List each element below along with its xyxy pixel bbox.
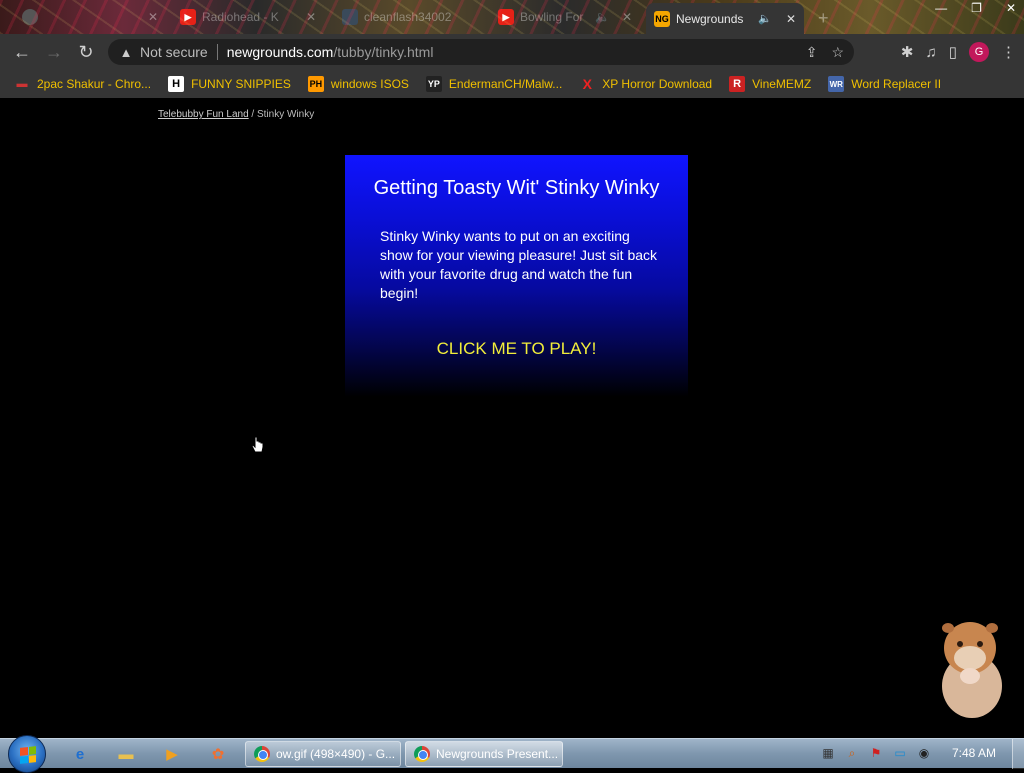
bookmark-label: EndermanCH/Malw...	[448, 77, 563, 91]
breadcrumb-link[interactable]: Telebubby Fun Land	[158, 109, 249, 120]
avatar[interactable]: G	[969, 42, 989, 62]
url-path: /tubby/tinky.html	[333, 44, 434, 60]
taskbar-item-newgrounds[interactable]: Newgrounds Present...	[405, 741, 563, 767]
app-icon[interactable]: ✿	[206, 742, 230, 766]
maximize-icon[interactable]: ❐	[971, 1, 982, 15]
bookmark-label: windows ISOS	[330, 77, 409, 91]
web-page: Telebubby Fun Land / Stinky Winky Gettin…	[0, 98, 1024, 738]
flag-icon[interactable]: ⚑	[868, 745, 884, 761]
toolbar-right: ✱ ♫ ▯ G ⋮	[901, 34, 1016, 70]
tab-1[interactable]: ✕	[14, 4, 166, 30]
new-tab-icon[interactable]: +	[818, 8, 829, 29]
bookmark-icon: YP	[425, 76, 442, 92]
play-button[interactable]: CLICK ME TO PLAY!	[345, 339, 688, 359]
tab-2[interactable]: ▶ Radiohead - K ✕	[172, 4, 324, 30]
volume-icon[interactable]: ◉	[916, 745, 932, 761]
file-explorer-icon[interactable]: ▬	[114, 742, 138, 766]
breadcrumb-separator: /	[248, 109, 257, 120]
internet-explorer-icon[interactable]: e	[68, 742, 92, 766]
speaker-icon[interactable]: 🔈	[595, 10, 610, 24]
youtube-icon: ▶	[180, 9, 196, 25]
bookmark-label: XP Horror Download	[602, 77, 713, 91]
tab-title: Bowling For	[520, 10, 584, 24]
minimize-icon[interactable]: —	[935, 1, 947, 15]
close-tab-icon[interactable]: ✕	[622, 10, 632, 24]
divider	[216, 44, 218, 60]
windows-logo-icon	[20, 746, 36, 764]
newgrounds-icon: NG	[654, 10, 670, 27]
warning-icon[interactable]: ▲	[118, 45, 134, 60]
side-panel-icon[interactable]: ▯	[949, 43, 957, 61]
bookmark-item[interactable]: R VineMEMZ	[729, 76, 811, 92]
share-icon[interactable]: ⇪	[806, 44, 818, 61]
page-icon	[342, 9, 358, 25]
bookmark-item[interactable]: ▬ 2pac Shakur - Chro...	[14, 76, 152, 92]
hamster-sticker-icon	[942, 622, 1002, 718]
youtube-icon: ▶	[498, 9, 514, 25]
omnibox-actions: ⇪ ☆	[806, 39, 844, 65]
bookmark-item[interactable]: WR Word Replacer II	[828, 76, 941, 92]
bookmark-icon: R	[729, 76, 746, 92]
task-label: ow.gif (498×490) - G...	[276, 747, 396, 761]
forward-arrow-icon[interactable]: →	[38, 36, 70, 68]
reload-icon[interactable]: ↻	[70, 36, 102, 68]
menu-kebab-icon[interactable]: ⋮	[1001, 43, 1016, 61]
close-tab-icon[interactable]: ✕	[306, 10, 316, 24]
tab-strip: ✕ ▶ Radiohead - K ✕ cleanflash34002 ▶ Bo…	[0, 0, 1024, 34]
bookmark-label: 2pac Shakur - Chro...	[37, 77, 152, 91]
show-desktop-button[interactable]	[1012, 739, 1024, 769]
chrome-icon	[414, 746, 430, 762]
browser-toolbar: ← → ↻ ▲ Not secure newgrounds.com /tubby…	[0, 34, 1024, 70]
bookmark-label: Word Replacer II	[851, 77, 942, 91]
search-icon[interactable]: ⌕	[844, 745, 860, 761]
promo-description: Stinky Winky wants to put on an exciting…	[380, 228, 658, 301]
bookmark-icon: WR	[828, 76, 845, 92]
bookmark-star-icon[interactable]: ☆	[831, 44, 844, 61]
close-tab-icon[interactable]: ✕	[148, 10, 158, 24]
close-window-icon[interactable]: ✕	[1006, 1, 1016, 15]
breadcrumb-current: Stinky Winky	[256, 109, 315, 120]
media-player-icon[interactable]: ▶	[160, 742, 184, 766]
tray-app-icon[interactable]: ▦	[820, 745, 836, 761]
media-control-icon[interactable]: ♫	[925, 44, 936, 61]
extensions-icon[interactable]: ✱	[901, 43, 914, 61]
bookmark-item[interactable]: X XP Horror Download	[579, 76, 713, 92]
bookmark-item[interactable]: YP EndermanCH/Malw...	[425, 76, 563, 92]
bookmark-icon: H	[168, 76, 185, 92]
system-tray: ▦ ⌕ ⚑ ▭ ◉	[820, 745, 932, 761]
address-bar[interactable]: ▲ Not secure newgrounds.com /tubby/tinky…	[108, 39, 854, 65]
bookmark-icon: PH	[307, 76, 324, 92]
bookmark-label: FUNNY SNIPPIES	[191, 77, 291, 91]
window-controls: — ❐ ✕	[935, 0, 1016, 16]
chrome-icon	[254, 746, 270, 762]
bookmark-icon: X	[582, 76, 592, 92]
bookmarks-bar: ▬ 2pac Shakur - Chro... H FUNNY SNIPPIES…	[0, 70, 1024, 98]
speaker-icon[interactable]: 🔈	[758, 12, 772, 25]
tab-title: Radiohead - K	[202, 10, 279, 24]
tab-favicon-icon	[22, 9, 38, 25]
promo-panel: Getting Toasty Wit' Stinky Winky Stinky …	[345, 155, 688, 397]
bookmark-item[interactable]: H FUNNY SNIPPIES	[168, 76, 291, 92]
network-icon[interactable]: ▭	[892, 745, 908, 761]
tab-newgrounds[interactable]: NG Newgrounds 🔈 ✕	[646, 3, 804, 34]
promo-title: Getting Toasty Wit' Stinky Winky	[373, 177, 660, 199]
start-button[interactable]	[8, 735, 46, 773]
url-host: newgrounds.com	[226, 44, 334, 60]
security-label[interactable]: Not secure	[140, 44, 208, 60]
tab-3[interactable]: cleanflash34002	[334, 4, 486, 30]
windows-taskbar: e ▬ ▶ ✿ ow.gif (498×490) - G... Newgroun…	[0, 735, 1024, 773]
back-arrow-icon[interactable]: ←	[6, 36, 38, 68]
bookmark-label: VineMEMZ	[752, 77, 812, 91]
tab-title: Newgrounds	[676, 11, 744, 26]
clock[interactable]: 7:48 AM	[952, 746, 996, 760]
tab-title: cleanflash34002	[364, 10, 452, 24]
bookmark-icon: ▬	[16, 78, 28, 90]
taskbar-item-gif[interactable]: ow.gif (498×490) - G...	[245, 741, 401, 767]
close-tab-icon[interactable]: ✕	[786, 12, 796, 26]
hand-cursor-icon	[251, 436, 264, 453]
breadcrumb: Telebubby Fun Land / Stinky Winky	[158, 109, 314, 120]
bookmark-item[interactable]: PH windows ISOS	[307, 76, 409, 92]
task-label: Newgrounds Present...	[436, 747, 559, 761]
tab-4[interactable]: ▶ Bowling For 🔈 ✕	[490, 4, 640, 30]
